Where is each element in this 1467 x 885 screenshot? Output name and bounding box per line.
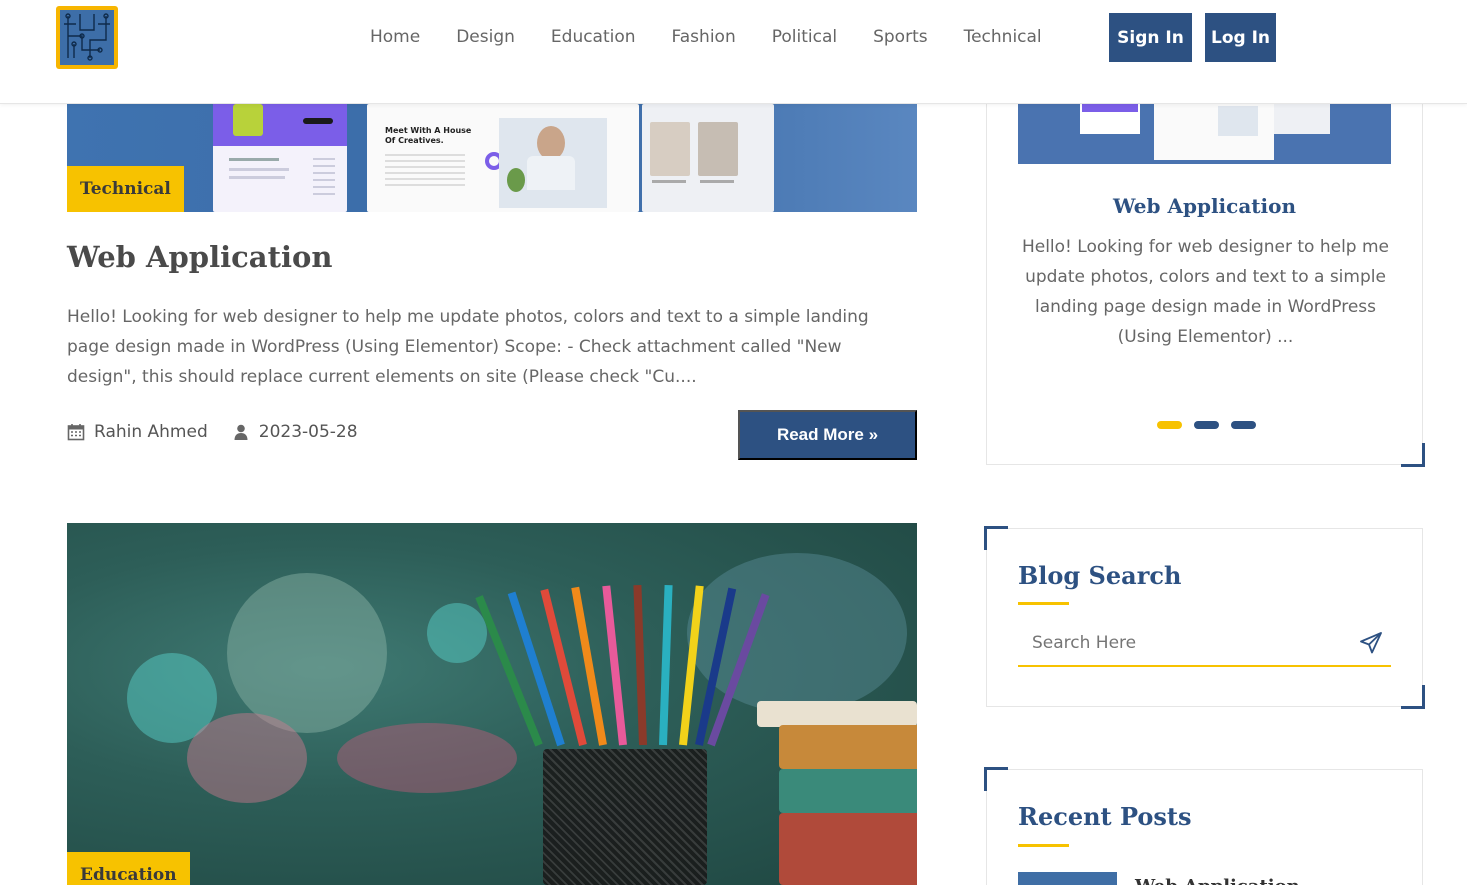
team-photo — [650, 122, 690, 176]
recent-post-title[interactable]: Web Application — [1135, 876, 1300, 885]
sign-in-button[interactable]: Sign In — [1109, 13, 1192, 62]
search-form — [1018, 621, 1391, 667]
nav-item-home[interactable]: Home — [370, 24, 420, 50]
search-input[interactable] — [1018, 633, 1348, 653]
site-logo[interactable] — [56, 6, 118, 69]
post-excerpt: Hello! Looking for web designer to help … — [67, 307, 869, 387]
read-more-button[interactable]: Read More » — [738, 410, 917, 460]
pencil — [633, 584, 647, 746]
mockup-panel — [642, 104, 774, 212]
pencil-cup — [543, 749, 707, 885]
corner-accent — [1401, 443, 1425, 467]
corner-accent — [1401, 685, 1425, 709]
bokeh-shape — [337, 723, 517, 793]
main-nav: Home Design Education Fashion Political … — [352, 24, 1060, 50]
corner-accent — [984, 767, 1008, 791]
post-title[interactable]: Web Application — [67, 240, 332, 274]
recent-posts-widget: Recent Posts Web Application — [984, 767, 1423, 885]
widget-heading: Recent Posts — [1018, 802, 1192, 831]
post-image-web-application[interactable]: Meet With A House Of Creatives. Technica… — [67, 104, 917, 212]
slider-image[interactable] — [1018, 104, 1391, 164]
featured-slider-widget: Web Application Hello! Looking for web d… — [986, 104, 1425, 467]
nav-item-political[interactable]: Political — [772, 24, 837, 50]
nav-item-fashion[interactable]: Fashion — [672, 24, 736, 50]
slider-dot[interactable] — [1194, 421, 1219, 429]
slider-post-title[interactable]: Web Application — [987, 194, 1422, 218]
nav-item-technical[interactable]: Technical — [964, 24, 1042, 50]
widget-heading: Blog Search — [1018, 561, 1182, 590]
team-photo — [698, 122, 738, 176]
slider-dot[interactable] — [1157, 421, 1182, 429]
slider-post-excerpt: Hello! Looking for web designer to help … — [1021, 237, 1390, 347]
bokeh-shape — [427, 603, 487, 663]
post-date: 2023-05-28 — [258, 422, 358, 442]
bokeh-shape — [227, 573, 387, 733]
mockup-panel — [213, 104, 347, 212]
send-icon[interactable] — [1358, 630, 1384, 656]
pencil — [507, 591, 565, 747]
recent-post-thumbnail[interactable] — [1018, 872, 1117, 885]
mockup-headline: Meet With A House Of Creatives. — [385, 126, 472, 145]
corner-accent — [984, 526, 1008, 550]
mockup-panel: Meet With A House Of Creatives. — [367, 104, 639, 212]
nav-item-design[interactable]: Design — [456, 24, 515, 50]
heading-underline — [1018, 602, 1069, 605]
category-badge[interactable]: Technical — [67, 166, 184, 212]
post-author: Rahin Ahmed — [94, 422, 208, 442]
pencil — [659, 584, 673, 746]
blog-search-widget: Blog Search — [984, 526, 1425, 709]
slider-dots — [1157, 421, 1268, 429]
nav-item-education[interactable]: Education — [551, 24, 636, 50]
post-meta: Rahin Ahmed 2023-05-28 — [67, 422, 358, 442]
circuit-logo-icon — [60, 10, 114, 65]
site-header: Home Design Education Fashion Political … — [0, 0, 1467, 104]
book — [779, 769, 917, 813]
book — [779, 725, 917, 769]
slider-dot[interactable] — [1231, 421, 1256, 429]
book — [779, 813, 917, 885]
bokeh-shape — [187, 713, 307, 803]
nav-item-sports[interactable]: Sports — [873, 24, 928, 50]
log-in-button[interactable]: Log In — [1205, 13, 1276, 62]
user-icon — [232, 423, 250, 441]
heading-underline — [1018, 844, 1069, 847]
calendar-icon — [67, 423, 85, 441]
book — [757, 701, 917, 727]
pencil — [602, 585, 627, 746]
category-badge[interactable]: Education — [67, 852, 190, 885]
post-image-education[interactable]: Education — [67, 523, 917, 885]
